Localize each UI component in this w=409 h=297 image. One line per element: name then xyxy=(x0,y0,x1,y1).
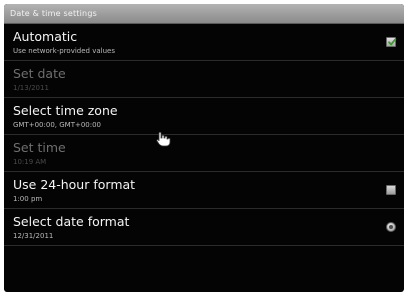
setting-automatic-label: Automatic xyxy=(13,29,78,44)
date-format-radio-icon[interactable] xyxy=(386,222,396,232)
setting-24-hour[interactable]: Use 24-hour format 1:00 pm xyxy=(4,172,404,209)
setting-time-zone[interactable]: Select time zone GMT+00:00, GMT+00:00 xyxy=(4,98,404,135)
title-text: Date & time settings xyxy=(10,9,97,18)
setting-set-time[interactable]: Set time 10:19 AM xyxy=(4,135,404,172)
checkmark-icon xyxy=(388,38,397,46)
setting-date-format-label: Select date format xyxy=(13,214,130,229)
setting-24-hour-summary: 1:00 pm xyxy=(13,195,43,203)
hand-cursor-icon xyxy=(156,131,171,147)
setting-set-date[interactable]: Set date 1/13/2011 xyxy=(4,61,404,98)
settings-screen: Date & time settings Automatic Use netwo… xyxy=(4,4,404,292)
setting-set-date-label: Set date xyxy=(13,66,66,81)
automatic-checkbox[interactable] xyxy=(386,37,397,47)
setting-24-hour-label: Use 24-hour format xyxy=(13,177,136,192)
setting-automatic[interactable]: Automatic Use network-provided values xyxy=(4,24,404,61)
setting-time-zone-label: Select time zone xyxy=(13,103,118,118)
title-bar: Date & time settings xyxy=(4,4,404,24)
24-hour-checkbox[interactable] xyxy=(386,185,396,195)
setting-set-time-summary: 10:19 AM xyxy=(13,158,47,166)
setting-set-time-label: Set time xyxy=(13,140,66,155)
setting-automatic-summary: Use network-provided values xyxy=(13,47,115,55)
setting-set-date-summary: 1/13/2011 xyxy=(13,84,49,92)
setting-time-zone-summary: GMT+00:00, GMT+00:00 xyxy=(13,121,102,129)
setting-date-format-summary: 12/31/2011 xyxy=(13,232,54,240)
setting-date-format[interactable]: Select date format 12/31/2011 xyxy=(4,209,404,246)
